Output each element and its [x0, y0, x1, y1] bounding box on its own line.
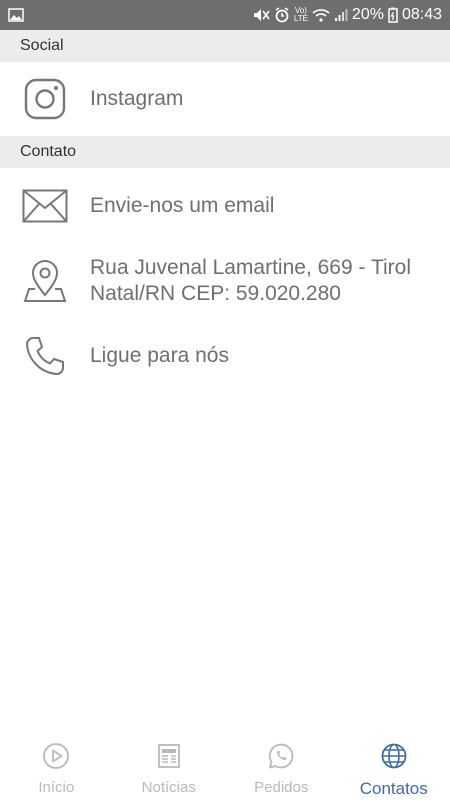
play-circle-icon — [42, 742, 70, 775]
battery-icon — [388, 7, 398, 23]
section-title-social: Social — [20, 37, 64, 54]
section-header-contato: Contato — [0, 136, 450, 168]
phone-label: Ligue para nós — [90, 344, 229, 367]
nav-item-pedidos[interactable]: Pedidos — [225, 734, 338, 800]
nav-item-inicio[interactable]: Início — [0, 734, 113, 800]
email-label: Envie-nos um email — [90, 194, 275, 217]
nav-item-contatos[interactable]: Contatos — [338, 734, 450, 800]
mail-icon — [0, 189, 90, 223]
address-label: Rua Juvenal Lamartine, 669 - Tirol Natal… — [90, 255, 411, 307]
contact-row-address[interactable]: Rua Juvenal Lamartine, 669 - Tirol Natal… — [0, 244, 450, 318]
status-bar: Vo) LTE 20% 08:43 — [0, 0, 450, 30]
instagram-icon — [0, 78, 90, 120]
nav-label-contatos: Contatos — [359, 779, 428, 798]
clock-time: 08:43 — [401, 6, 442, 23]
phone-icon — [0, 335, 90, 377]
globe-icon — [380, 742, 408, 775]
address-line-2: Natal/RN CEP: 59.020.280 — [90, 282, 341, 305]
instagram-label: Instagram — [90, 87, 184, 110]
bottom-nav: Início Notícias Pedidos Contatos — [0, 734, 450, 800]
whatsapp-icon — [267, 742, 295, 775]
section-title-contato: Contato — [20, 143, 77, 160]
nav-label-inicio: Início — [38, 779, 75, 796]
signal-icon — [334, 8, 348, 22]
location-pin-icon — [0, 259, 90, 303]
nav-item-noticias[interactable]: Notícias — [113, 734, 226, 800]
contact-row-email[interactable]: Envie-nos um email — [0, 168, 450, 244]
alarm-icon — [274, 7, 290, 23]
contact-row-phone[interactable]: Ligue para nós — [0, 318, 450, 394]
nav-label-noticias: Notícias — [141, 779, 196, 796]
volte-indicator: Vo) LTE — [294, 7, 308, 23]
nav-label-pedidos: Pedidos — [254, 779, 309, 796]
mute-icon — [252, 7, 270, 23]
address-line-1: Rua Juvenal Lamartine, 669 - Tirol — [90, 256, 411, 279]
newspaper-icon — [155, 742, 183, 775]
wifi-icon — [312, 8, 330, 22]
contact-row-instagram[interactable]: Instagram — [0, 62, 450, 136]
section-header-social: Social — [0, 30, 450, 62]
gallery-notification-icon — [8, 8, 24, 22]
battery-percent: 20% — [351, 6, 384, 23]
volte-bottom-label: LTE — [293, 14, 308, 23]
